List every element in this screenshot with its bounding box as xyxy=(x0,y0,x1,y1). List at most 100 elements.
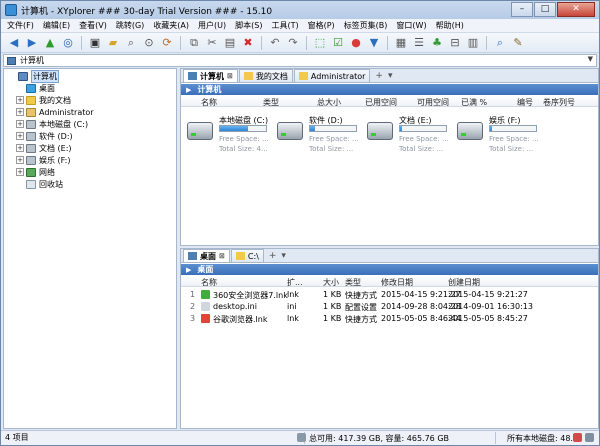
color-filter-icon[interactable]: ● xyxy=(348,35,364,51)
tree-item[interactable]: 桌面 xyxy=(4,82,176,94)
tree-item[interactable]: 计算机 xyxy=(4,69,176,83)
column-header[interactable]: 编号 xyxy=(517,97,533,108)
table-row[interactable]: 2 desktop.ini ini 1 KB 配置设置 2014-09-28 8:04:2… xyxy=(181,301,598,312)
computer-icon[interactable]: ▣ xyxy=(87,35,103,51)
column-header[interactable]: 名称 xyxy=(201,97,217,108)
tree-item[interactable]: + 软件 (D:) xyxy=(4,130,176,142)
column-header[interactable]: 扩... xyxy=(287,277,303,288)
menu-item[interactable]: 标签页集(B) xyxy=(344,20,388,31)
tree-icon[interactable]: ♣ xyxy=(429,35,445,51)
tree-item[interactable]: + 娱乐 (F:) xyxy=(4,154,176,166)
search-icon[interactable]: ⌕ xyxy=(492,35,508,51)
drive-tile[interactable]: 本地磁盘 (C:) Free Space: ... Total Size: 4... xyxy=(183,115,275,159)
menu-item[interactable]: 查看(V) xyxy=(79,20,107,31)
column-header[interactable]: 卷序列号 xyxy=(543,97,575,108)
tab[interactable]: 桌面 ⊠ xyxy=(183,249,230,262)
drive-tile[interactable]: 文档 (E:) Free Space: ... Total Size: ... xyxy=(363,115,455,159)
column-header[interactable]: 创建日期 xyxy=(448,277,480,288)
menu-item[interactable]: 文件(F) xyxy=(7,20,34,31)
tree-item[interactable]: + 文档 (E:) xyxy=(4,142,176,154)
select-icon[interactable]: ⬚ xyxy=(312,35,328,51)
menu-item[interactable]: 窗口(W) xyxy=(396,20,426,31)
expand-icon[interactable]: + xyxy=(16,168,24,176)
resize-grip-icon[interactable] xyxy=(585,433,594,442)
undo-icon[interactable]: ↶ xyxy=(267,35,283,51)
arrow-right-icon[interactable]: ▶ xyxy=(186,266,191,274)
column-header[interactable]: 大小 xyxy=(323,277,339,288)
address-value[interactable]: 计算机 xyxy=(20,55,44,66)
tree-item[interactable]: + Administrator xyxy=(4,106,176,118)
tree-item[interactable]: 回收站 xyxy=(4,178,176,190)
target-icon[interactable]: ◎ xyxy=(60,35,76,51)
add-tab-button[interactable]: + xyxy=(375,71,383,81)
panel-icon[interactable]: ▥ xyxy=(465,35,481,51)
tab[interactable]: Administrator xyxy=(293,69,371,82)
menu-item[interactable]: 编辑(E) xyxy=(43,20,70,31)
forward-icon[interactable]: ▶ xyxy=(24,35,40,51)
drive-tile[interactable]: 娱乐 (F:) Free Space: ... Total Size: ... xyxy=(453,115,545,159)
alert-icon[interactable] xyxy=(573,433,582,442)
play-icon[interactable]: ⊙ xyxy=(141,35,157,51)
expand-icon[interactable]: + xyxy=(16,108,24,116)
redo-icon[interactable]: ↷ xyxy=(285,35,301,51)
close-tab-icon[interactable]: ⊠ xyxy=(227,72,233,80)
tab[interactable]: 我的文档 xyxy=(238,69,293,82)
drive-tile[interactable]: 软件 (D:) Free Space: ... Total Size: ... xyxy=(273,115,365,159)
paste-icon[interactable]: ▤ xyxy=(222,35,238,51)
close-button[interactable]: ✕ xyxy=(557,2,595,17)
menu-item[interactable]: 帮助(H) xyxy=(436,20,464,31)
row-number: 2 xyxy=(190,302,196,311)
tree-item-label: 软件 (D:) xyxy=(39,131,73,141)
table-row[interactable]: 3 谷歌浏览器.lnk lnk 1 KB 快捷方式 2015-05-05 8:46:44 2… xyxy=(181,313,598,324)
expand-icon[interactable]: + xyxy=(16,144,24,152)
copy-icon[interactable]: ⧉ xyxy=(186,35,202,51)
menu-item[interactable]: 收藏夹(A) xyxy=(153,20,189,31)
column-header[interactable]: 已用空间 xyxy=(365,97,397,108)
minimize-button[interactable]: – xyxy=(511,2,533,17)
tree-item[interactable]: + 本地磁盘 (C:) xyxy=(4,118,176,130)
folder-icon[interactable]: ▰ xyxy=(105,35,121,51)
tab[interactable]: C:\ xyxy=(230,249,264,262)
maximize-button[interactable]: □ xyxy=(534,2,556,17)
arrow-right-icon[interactable]: ▶ xyxy=(186,86,191,94)
expand-icon[interactable]: + xyxy=(16,96,24,104)
expand-icon[interactable]: + xyxy=(16,156,24,164)
tools-icon[interactable]: ✎ xyxy=(510,35,526,51)
back-icon[interactable]: ◀ xyxy=(6,35,22,51)
add-tab-button[interactable]: + xyxy=(269,251,277,261)
table-row[interactable]: 1 360安全浏览器7.lnk lnk 1 KB 快捷方式 2015-04-15 9:21… xyxy=(181,289,598,300)
menu-item[interactable]: 用户(U) xyxy=(198,20,226,31)
close-tab-icon[interactable]: ⊠ xyxy=(219,252,225,260)
column-header[interactable]: 总大小 xyxy=(317,97,341,108)
column-header[interactable]: 类型 xyxy=(263,97,279,108)
tab[interactable]: 计算机 ⊠ xyxy=(183,69,238,82)
column-header[interactable]: 类型 xyxy=(345,277,361,288)
details-icon[interactable]: ☰ xyxy=(411,35,427,51)
tab-menu-icon[interactable]: ▾ xyxy=(281,251,286,261)
menu-item[interactable]: 窗格(P) xyxy=(308,20,335,31)
app-window: 计算机 - XYplorer ### 30-day Trial Version … xyxy=(0,0,600,446)
tab-menu-icon[interactable]: ▾ xyxy=(388,71,393,81)
address-bar[interactable]: 计算机 ▼ xyxy=(3,54,597,67)
thumbnails-icon[interactable]: ▦ xyxy=(393,35,409,51)
find-icon[interactable]: ⌕ xyxy=(123,35,139,51)
delete-icon[interactable]: ✖ xyxy=(240,35,256,51)
refresh-icon[interactable]: ⟳ xyxy=(159,35,175,51)
column-header[interactable]: 修改日期 xyxy=(381,277,413,288)
filter-icon[interactable]: ▼ xyxy=(366,35,382,51)
column-header[interactable]: 可用空间 xyxy=(417,97,449,108)
menu-item[interactable]: 脚本(S) xyxy=(235,20,262,31)
up-icon[interactable]: ▲ xyxy=(42,35,58,51)
tree-item[interactable]: + 网络 xyxy=(4,166,176,178)
cut-icon[interactable]: ✂ xyxy=(204,35,220,51)
checkbox-icon[interactable]: ☑ xyxy=(330,35,346,51)
column-header[interactable]: 已满 % xyxy=(461,97,487,108)
expand-icon[interactable]: + xyxy=(16,132,24,140)
expand-icon[interactable]: + xyxy=(16,120,24,128)
column-header[interactable]: 名称 xyxy=(201,277,217,288)
tree-item[interactable]: + 我的文档 xyxy=(4,94,176,106)
dual-pane-icon[interactable]: ⊟ xyxy=(447,35,463,51)
chevron-down-icon[interactable]: ▼ xyxy=(588,55,593,63)
menu-item[interactable]: 跳转(G) xyxy=(116,20,144,31)
menu-item[interactable]: 工具(T) xyxy=(271,20,298,31)
